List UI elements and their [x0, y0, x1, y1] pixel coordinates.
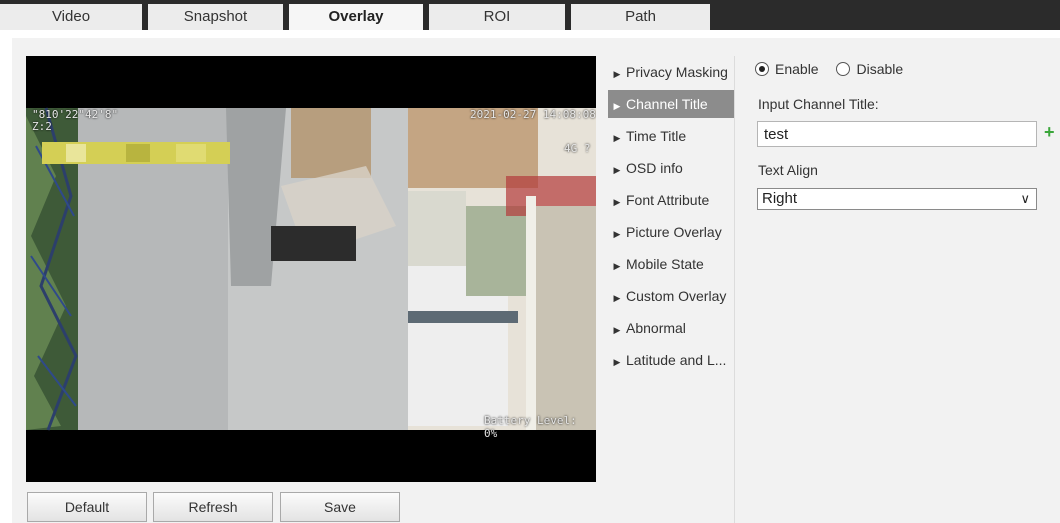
- menu-item-custom-overlay[interactable]: ▶ Custom Overlay: [608, 282, 734, 310]
- menu-item-font-attribute[interactable]: ▶ Font Attribute: [608, 186, 734, 214]
- caret-right-icon: ▶: [613, 69, 621, 79]
- video-preview: "810'22"42'8" Z:2 2021-02-27 14:08:08 4G…: [26, 56, 596, 482]
- caret-right-icon: ▶: [613, 325, 621, 335]
- text-align-select[interactable]: Right ∨: [757, 188, 1037, 210]
- menu-item-privacy-masking[interactable]: ▶ Privacy Masking: [608, 58, 734, 86]
- caret-right-icon: ▶: [613, 133, 621, 143]
- enable-radio-group: Enable Disable: [755, 61, 903, 79]
- radio-unchecked-icon: [836, 62, 851, 76]
- enable-radio[interactable]: Enable: [755, 61, 819, 77]
- menu-item-label: Privacy Masking: [626, 64, 728, 80]
- caret-right-icon: ▶: [613, 197, 621, 207]
- caret-right-icon: ▶: [613, 357, 621, 367]
- menu-item-channel-title[interactable]: ▶ Channel Title: [608, 90, 734, 118]
- menu-item-label: Mobile State: [626, 256, 704, 272]
- default-button[interactable]: Default: [27, 492, 147, 522]
- text-align-label: Text Align: [758, 162, 818, 178]
- disable-radio[interactable]: Disable: [836, 61, 903, 77]
- disable-label: Disable: [856, 61, 904, 77]
- input-channel-title-label: Input Channel Title:: [758, 96, 879, 112]
- menu-item-label: Custom Overlay: [626, 288, 727, 304]
- caret-right-icon: ▶: [613, 165, 621, 175]
- menu-item-label: Font Attribute: [626, 192, 710, 208]
- caret-right-icon: ▶: [613, 229, 621, 239]
- osd-zone: Z:2: [32, 120, 52, 133]
- menu-item-label: OSD info: [626, 160, 683, 176]
- overlay-menu: ▶ Privacy Masking ▶ Channel Title ▶ Time Ti…: [608, 56, 735, 523]
- menu-item-label: Time Title: [626, 128, 687, 144]
- refresh-button[interactable]: Refresh: [153, 492, 273, 522]
- menu-item-picture-overlay[interactable]: ▶ Picture Overlay: [608, 218, 734, 246]
- menu-item-label: Latitude and L...: [626, 352, 727, 368]
- menu-item-mobile-state[interactable]: ▶ Mobile State: [608, 250, 734, 278]
- osd-battery: Battery Level: 0%: [484, 414, 577, 440]
- menu-item-label: Abnormal: [626, 320, 686, 336]
- menu-item-label: Picture Overlay: [626, 224, 722, 240]
- osd-datetime: 2021-02-27 14:08:08: [470, 108, 596, 121]
- menu-item-label: Channel Title: [626, 96, 708, 112]
- radio-checked-icon: [755, 62, 769, 76]
- tab-overlay[interactable]: Overlay: [289, 4, 423, 30]
- enable-label: Enable: [775, 61, 819, 77]
- menu-item-abnormal[interactable]: ▶ Abnormal: [608, 314, 734, 342]
- save-button[interactable]: Save: [280, 492, 400, 522]
- tab-snapshot[interactable]: Snapshot: [148, 4, 283, 30]
- tab-roi[interactable]: ROI: [429, 4, 565, 30]
- menu-item-osd-info[interactable]: ▶ OSD info: [608, 154, 734, 182]
- tab-video[interactable]: Video: [0, 4, 142, 30]
- menu-item-time-title[interactable]: ▶ Time Title: [608, 122, 734, 150]
- plus-icon[interactable]: +: [1044, 122, 1055, 143]
- text-align-value: Right: [762, 190, 798, 207]
- caret-right-icon: ▶: [613, 293, 621, 303]
- channel-title-input[interactable]: [757, 121, 1037, 147]
- caret-right-icon: ▶: [613, 261, 621, 271]
- tab-path[interactable]: Path: [571, 4, 710, 30]
- osd-signal: 4G ?: [564, 142, 591, 155]
- chevron-down-icon: ∨: [1020, 191, 1030, 206]
- caret-right-icon: ▶: [613, 101, 621, 111]
- menu-item-latitude-longitude[interactable]: ▶ Latitude and L...: [608, 346, 734, 374]
